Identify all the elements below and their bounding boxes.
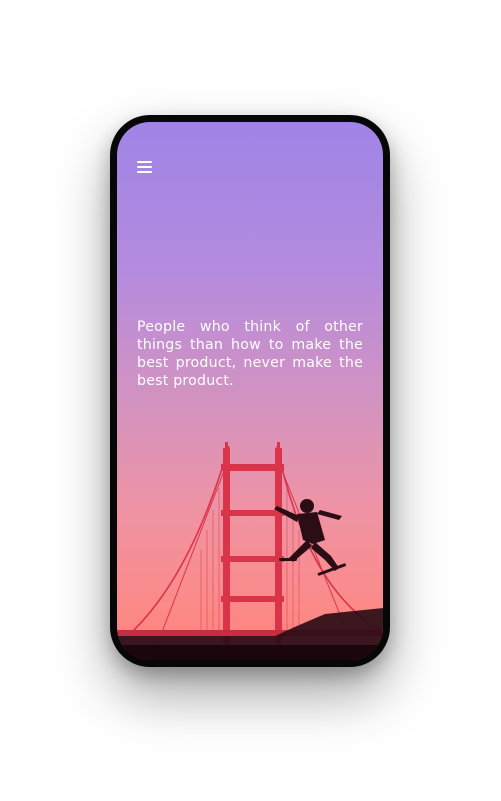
phone-screen: People who think of other things than ho… <box>117 122 383 660</box>
hamburger-menu-icon[interactable] <box>137 160 153 174</box>
skateboarder-silhouette-icon <box>274 499 347 576</box>
quote-text: People who think of other things than ho… <box>137 319 363 389</box>
page-stage: People who think of other things than ho… <box>0 0 501 801</box>
bridge-skater-illustration <box>117 442 383 660</box>
phone-frame: People who think of other things than ho… <box>110 115 390 667</box>
